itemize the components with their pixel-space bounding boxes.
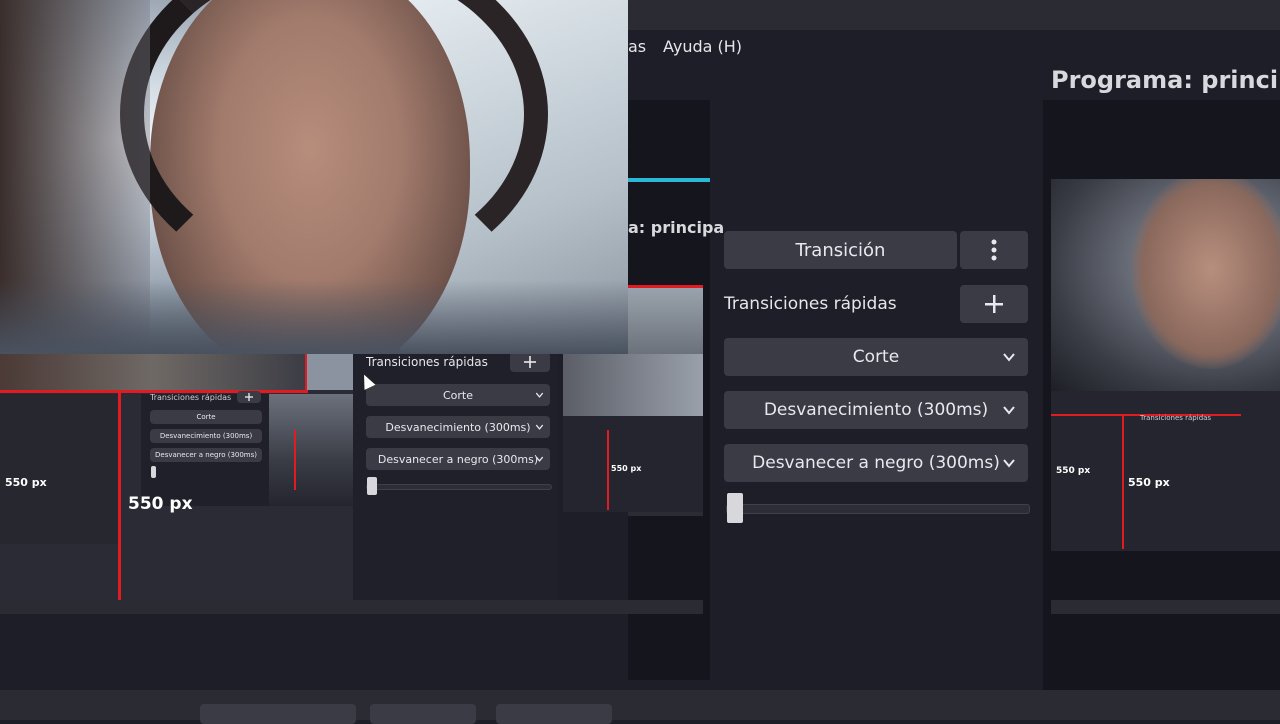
transition-button[interactable]: Transición	[724, 231, 957, 269]
kebab-icon	[991, 239, 997, 261]
nested-px-label-large: 550 px	[128, 494, 193, 514]
quick-transition-label: Desvanecimiento (300ms)	[763, 400, 989, 420]
nested-transition-label: Desvanecimiento (300ms)	[385, 420, 531, 434]
quick-transition-label: Corte	[852, 347, 900, 367]
nested-transition-fade[interactable]: Desvanecimiento (300ms)	[366, 416, 550, 438]
nested-mid-preview	[563, 354, 703, 416]
menu-item-herramientas[interactable]: as	[628, 37, 646, 56]
transition-menu-button[interactable]	[960, 231, 1028, 269]
plus-icon	[524, 356, 536, 368]
chevron-down-icon	[535, 456, 544, 462]
nested-red-guide-v-right	[305, 354, 307, 392]
quick-transition-fade[interactable]: Desvanecimiento (300ms)	[724, 391, 1028, 429]
chevron-down-icon	[535, 424, 544, 430]
chevron-down-icon	[1003, 459, 1015, 468]
quick-transitions-label: Transiciones rápidas	[724, 294, 897, 314]
quick-transition-corte[interactable]: Corte	[724, 338, 1028, 376]
nested-mid-red-v	[607, 430, 609, 510]
program-video	[1051, 179, 1280, 391]
program-title-small: a: principa	[628, 218, 725, 237]
nested-slider-thumb[interactable]	[367, 477, 377, 495]
bottom-button-3[interactable]	[496, 704, 612, 724]
program-red-guide-v	[1122, 414, 1124, 549]
nested-toolbar	[0, 600, 703, 614]
nested-mini-item-label: Desvanecer a negro (300ms)	[155, 451, 257, 459]
menu-item-ayuda[interactable]: Ayuda (H)	[663, 37, 742, 56]
preview-accent-bar	[628, 178, 710, 182]
nested-mini-label: Transiciones rápidas	[150, 393, 232, 402]
nested-transition-fade-to-black[interactable]: Desvanecer a negro (300ms)	[366, 448, 550, 470]
quick-transition-fade-to-black[interactable]: Desvanecer a negro (300ms)	[724, 444, 1028, 482]
nested-mid-px-label: 550 px	[611, 464, 642, 473]
nested-inner-left	[0, 394, 118, 544]
quick-transition-label: Desvanecer a negro (300ms)	[752, 453, 1000, 473]
nested-inner-right	[269, 394, 353, 506]
nested-mini-corte[interactable]: Corte	[150, 410, 262, 424]
nested-mini-item-label: Desvanecimiento (300ms)	[159, 432, 253, 440]
nested-mini-fade[interactable]: Desvanecimiento (300ms)	[150, 429, 262, 443]
nested-mini-item-label: Corte	[196, 413, 216, 421]
add-quick-transition-button[interactable]	[960, 285, 1028, 323]
bottom-toolbar	[0, 690, 1280, 720]
nested-mini-fade-black[interactable]: Desvanecer a negro (300ms)	[150, 448, 262, 462]
nested-video-right	[305, 354, 353, 390]
nested-quick-transitions-label: Transiciones rápidas	[366, 355, 488, 369]
program-mini-label: Transiciones rápidas	[1140, 414, 1212, 422]
nested-px-label-small: 550 px	[5, 476, 47, 489]
nested-transition-label: Desvanecer a negro (300ms)	[377, 452, 539, 466]
webcam-video	[0, 0, 628, 354]
chevron-down-icon	[535, 392, 544, 398]
chevron-down-icon	[1003, 406, 1015, 415]
tbar-slider-thumb[interactable]	[727, 493, 743, 523]
tbar-slider-track[interactable]	[726, 504, 1030, 514]
bottom-button-2[interactable]	[370, 704, 476, 724]
nested-video-strip	[0, 354, 305, 390]
nested-mini-add[interactable]	[237, 391, 261, 403]
program-px-label-tiny: 550 px	[1056, 466, 1091, 476]
nested-add-button[interactable]	[510, 352, 550, 372]
program-px-label: 550 px	[1128, 476, 1170, 489]
nested-slider-track[interactable]	[366, 484, 552, 490]
nested-transition-label: Corte	[442, 388, 473, 402]
nested-mini-slider-thumb[interactable]	[151, 466, 156, 478]
program-title: Programa: principa	[1051, 66, 1280, 94]
nested-red-guide-v	[118, 390, 121, 612]
plus-icon	[985, 295, 1003, 313]
nested-transition-corte[interactable]: Corte	[366, 384, 550, 406]
nested-inner-red-v	[294, 430, 296, 490]
bottom-button-1[interactable]	[200, 704, 356, 724]
program-nested-toolbar	[1051, 600, 1280, 614]
chevron-down-icon	[1003, 353, 1015, 362]
plus-icon	[245, 393, 253, 401]
